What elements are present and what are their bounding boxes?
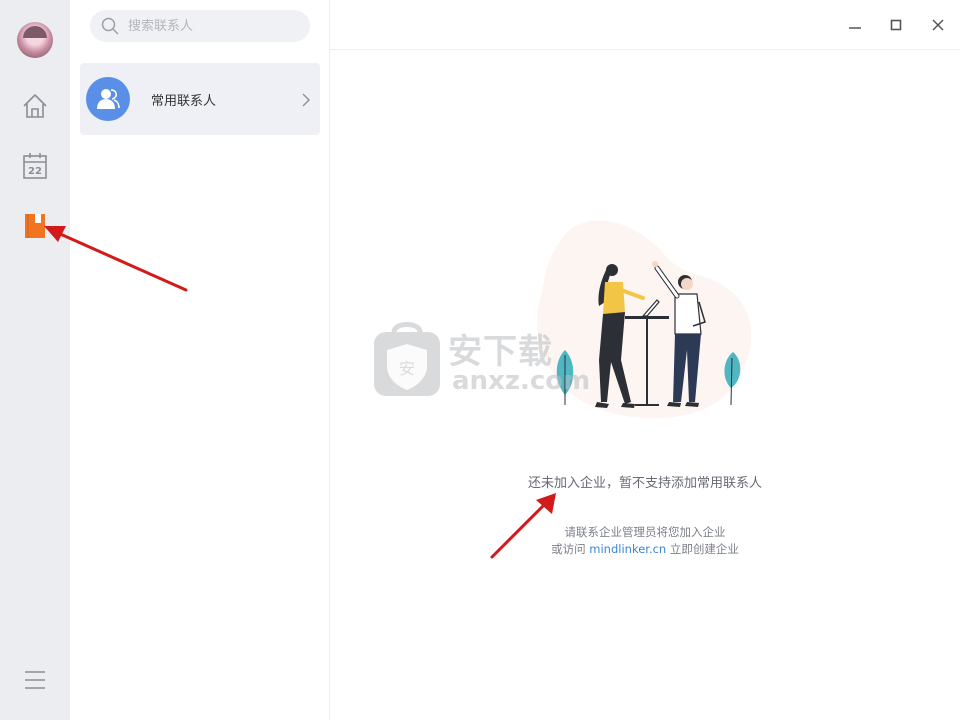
minimize-button[interactable] <box>845 15 865 35</box>
contact-list-panel: 常用联系人 <box>70 0 330 720</box>
nav-contacts[interactable] <box>17 208 53 244</box>
contacts-book-icon <box>25 214 45 238</box>
search-icon <box>100 16 120 36</box>
minimize-icon <box>849 27 861 29</box>
nav-calendar[interactable]: 22 <box>17 148 53 184</box>
search-input[interactable] <box>128 18 298 34</box>
home-icon <box>23 94 47 118</box>
app-window: 22 搜索联系人 常用联系人 还未加入企业，暂不支持添加常用联系人 请联系企业管… <box>0 0 960 720</box>
empty-state-hint: 请联系企业管理员将您加入企业 <box>564 525 726 539</box>
hint-suffix: 立即创建企业 <box>666 542 739 556</box>
list-item-frequent-contacts[interactable]: 常用联系人 <box>80 63 320 135</box>
left-rail: 22 <box>0 0 70 720</box>
hint-prefix: 或访问 <box>551 542 590 556</box>
close-button[interactable] <box>928 15 948 35</box>
main-panel: 还未加入企业，暂不支持添加常用联系人 请联系企业管理员将您加入企业 或访问 mi… <box>330 50 960 720</box>
close-icon <box>932 19 944 31</box>
empty-state-hint-link-line: 或访问 mindlinker.cn 立即创建企业 <box>330 541 960 557</box>
empty-state-illustration <box>537 220 752 419</box>
nav-home[interactable] <box>17 88 53 124</box>
list-item-label: 常用联系人 <box>151 93 217 109</box>
calendar-icon: 22 <box>23 153 47 179</box>
empty-state-title: 还未加入企业，暂不支持添加常用联系人 <box>527 476 762 491</box>
hamburger-menu-icon <box>25 671 45 689</box>
maximize-icon <box>890 19 902 31</box>
create-enterprise-link[interactable]: mindlinker.cn <box>589 542 666 556</box>
calendar-day: 22 <box>28 166 42 177</box>
frequent-contacts-icon <box>86 77 130 121</box>
user-avatar[interactable] <box>17 22 53 58</box>
chevron-right-icon <box>302 92 310 111</box>
title-bar <box>330 0 960 50</box>
search-box <box>90 10 310 42</box>
maximize-button[interactable] <box>886 15 906 35</box>
nav-menu[interactable] <box>17 662 53 698</box>
